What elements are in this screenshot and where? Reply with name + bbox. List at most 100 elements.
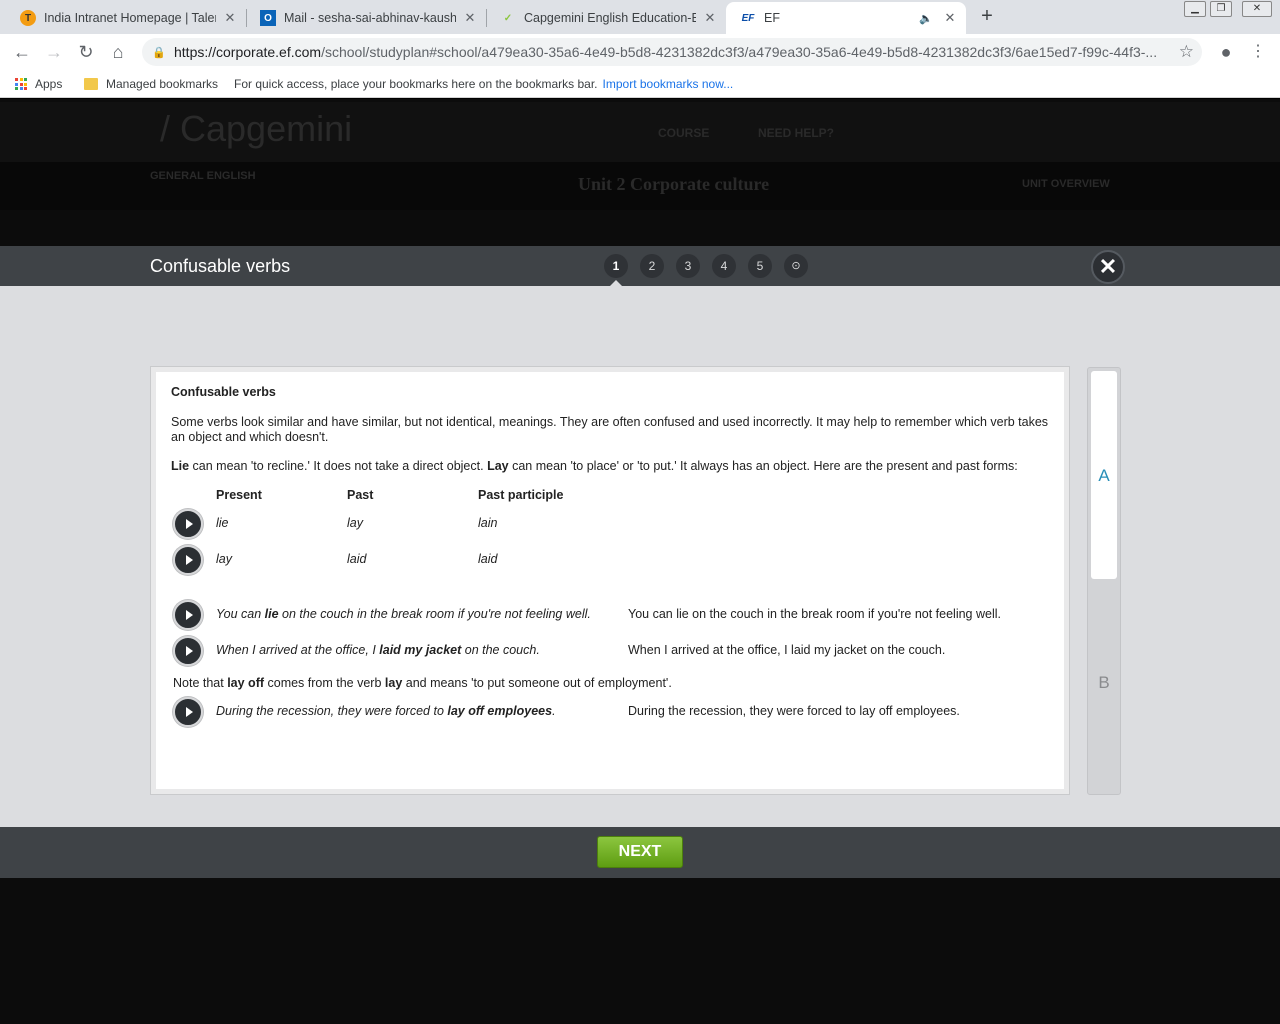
- page-header: / Capgemini COURSE NEED HELP?: [0, 102, 1280, 162]
- course-name: GENERAL ENGLISH: [150, 170, 256, 182]
- forms-row: lay laid laid: [171, 542, 1056, 578]
- nav-course: COURSE: [658, 126, 710, 140]
- lie-description: can mean 'to recline.' It does not take …: [189, 459, 488, 473]
- header-past: Past: [347, 488, 374, 502]
- example-row: When I arrived at the office, I laid my …: [171, 633, 1056, 669]
- url-path: /school/studyplan#school/a479ea30-35a6-4…: [321, 44, 1158, 60]
- tab-title: EF: [764, 11, 780, 25]
- step-2[interactable]: 2: [640, 254, 664, 278]
- lay-word: Lay: [487, 459, 509, 473]
- form-past: laid: [347, 552, 367, 566]
- lie-word: Lie: [171, 459, 190, 473]
- intro-paragraph: Some verbs look similar and have similar…: [171, 415, 1049, 444]
- side-tab-panel: A B: [1087, 367, 1121, 795]
- tab-title: Mail - sesha-sai-abhinav-kaushal: [284, 11, 456, 25]
- outlook-favicon-icon: O: [260, 10, 276, 26]
- new-tab-icon[interactable]: +: [976, 5, 998, 27]
- modal-body: Confusable verbs Some verbs look similar…: [0, 286, 1280, 827]
- browser-tab[interactable]: ✓ Capgemini English Education-EF ✕: [486, 2, 726, 34]
- lesson-content: Confusable verbs Some verbs look similar…: [171, 385, 1056, 730]
- capgemini-logo: / Capgemini: [160, 108, 353, 149]
- modal-footer: NEXT: [0, 827, 1280, 878]
- form-past: lay: [347, 516, 363, 530]
- import-bookmarks-link[interactable]: Import bookmarks now...: [603, 77, 734, 91]
- example-sentence: During the recession, they were forced t…: [216, 704, 556, 718]
- lay-description: can mean 'to place' or 'to put.' It alwa…: [508, 459, 1018, 473]
- header-participle: Past participle: [478, 488, 564, 502]
- lie-lay-paragraph: Lie can mean 'to recline.' It does not t…: [171, 459, 1056, 474]
- next-button[interactable]: NEXT: [597, 836, 683, 868]
- example-row: During the recession, they were forced t…: [171, 694, 1056, 730]
- example-sentence: When I arrived at the office, I laid my …: [216, 643, 540, 657]
- play-audio-button[interactable]: [173, 697, 203, 727]
- example-sentence: You can lie on the couch in the break ro…: [216, 607, 591, 621]
- play-audio-button[interactable]: [173, 600, 203, 630]
- tab-title: India Intranet Homepage | Talent: [44, 11, 216, 25]
- side-tab-b[interactable]: B: [1091, 673, 1117, 697]
- back-icon[interactable]: ←: [11, 41, 33, 63]
- step-5[interactable]: 5: [748, 254, 772, 278]
- play-audio-button[interactable]: [173, 545, 203, 575]
- menu-kebab-icon[interactable]: ⋮: [1247, 41, 1269, 63]
- browser-tab[interactable]: O Mail - sesha-sai-abhinav-kaushal ✕: [246, 2, 486, 34]
- header-present: Present: [216, 488, 262, 502]
- step-3[interactable]: 3: [676, 254, 700, 278]
- bookmarks-hint-text: For quick access, place your bookmarks h…: [234, 77, 598, 91]
- modal-title: Confusable verbs: [150, 256, 291, 276]
- home-icon[interactable]: ⌂: [107, 41, 129, 63]
- browser-tab-active[interactable]: EF EF 🔈 ✕: [726, 2, 966, 34]
- apps-label: Apps: [35, 77, 63, 91]
- form-present: lie: [216, 516, 229, 530]
- play-audio-button[interactable]: [173, 509, 203, 539]
- step-1[interactable]: 1: [604, 254, 628, 278]
- url-host: https://corporate.ef.com: [174, 44, 322, 60]
- browser-tab[interactable]: T India Intranet Homepage | Talent ✕: [6, 2, 246, 34]
- restore-icon[interactable]: ❐: [1210, 1, 1232, 17]
- close-tab-icon[interactable]: ✕: [462, 10, 478, 26]
- forward-icon[interactable]: →: [43, 41, 65, 63]
- content-heading: Confusable verbs: [171, 385, 276, 399]
- example-transcript: You can lie on the couch in the break ro…: [628, 607, 1001, 621]
- side-tab-a[interactable]: A: [1091, 371, 1117, 579]
- step-summary-icon[interactable]: ⊙: [784, 254, 808, 278]
- example-transcript: During the recession, they were forced t…: [628, 704, 960, 718]
- browser-tabstrip: T India Intranet Homepage | Talent ✕ O M…: [0, 0, 1280, 34]
- folder-icon: [84, 78, 98, 90]
- example-row: You can lie on the couch in the break ro…: [171, 597, 1056, 633]
- browser-toolbar: ← → ↻ ⌂ 🔒 https://corporate.ef.com/schoo…: [0, 34, 1280, 70]
- apps-bookmark[interactable]: Apps: [15, 77, 62, 91]
- ef-favicon-icon: EF: [741, 12, 755, 24]
- page-subbar: GENERAL ENGLISH Unit 2 Corporate culture…: [0, 162, 1280, 210]
- close-modal-button[interactable]: ✕: [1091, 250, 1125, 284]
- example-transcript: When I arrived at the office, I laid my …: [628, 643, 946, 657]
- audio-playing-icon[interactable]: 🔈: [916, 12, 936, 25]
- address-bar[interactable]: 🔒 https://corporate.ef.com/school/studyp…: [142, 38, 1202, 66]
- lay-off-note: Note that lay off comes from the verb la…: [173, 676, 672, 690]
- unit-title: Unit 2 Corporate culture: [578, 174, 770, 194]
- nav-need-help: NEED HELP?: [758, 126, 835, 140]
- reload-icon[interactable]: ↻: [75, 41, 97, 63]
- bookmarks-hint: For quick access, place your bookmarks h…: [234, 77, 733, 91]
- step-4[interactable]: 4: [712, 254, 736, 278]
- close-tab-icon[interactable]: ✕: [702, 10, 718, 26]
- close-tab-icon[interactable]: ✕: [942, 10, 958, 26]
- minimize-icon[interactable]: ▁: [1184, 1, 1206, 17]
- apps-grid-icon: [15, 78, 27, 90]
- unit-overview-button: UNIT OVERVIEW: [1022, 178, 1110, 190]
- talent-favicon-icon: T: [20, 10, 36, 26]
- forms-row: lie lay lain: [171, 506, 1056, 542]
- capgemini-favicon-icon: ✓: [503, 12, 513, 24]
- close-window-icon[interactable]: ✕: [1242, 1, 1272, 17]
- bookmarks-bar: Apps Managed bookmarks For quick access,…: [0, 70, 1280, 98]
- form-participle: lain: [478, 516, 498, 530]
- lock-icon: 🔒: [152, 46, 166, 59]
- managed-bookmarks-label: Managed bookmarks: [106, 77, 219, 91]
- close-tab-icon[interactable]: ✕: [222, 10, 238, 26]
- tab-title: Capgemini English Education-EF: [524, 11, 696, 25]
- managed-bookmarks-folder[interactable]: Managed bookmarks: [84, 77, 218, 91]
- profile-icon[interactable]: ●: [1215, 41, 1237, 63]
- play-audio-button[interactable]: [173, 636, 203, 666]
- bookmark-star-icon[interactable]: ☆: [1179, 42, 1194, 62]
- content-card: Confusable verbs Some verbs look similar…: [151, 367, 1069, 794]
- modal-header: Confusable verbs 1 2 3 4 5 ⊙ ✕: [0, 246, 1280, 286]
